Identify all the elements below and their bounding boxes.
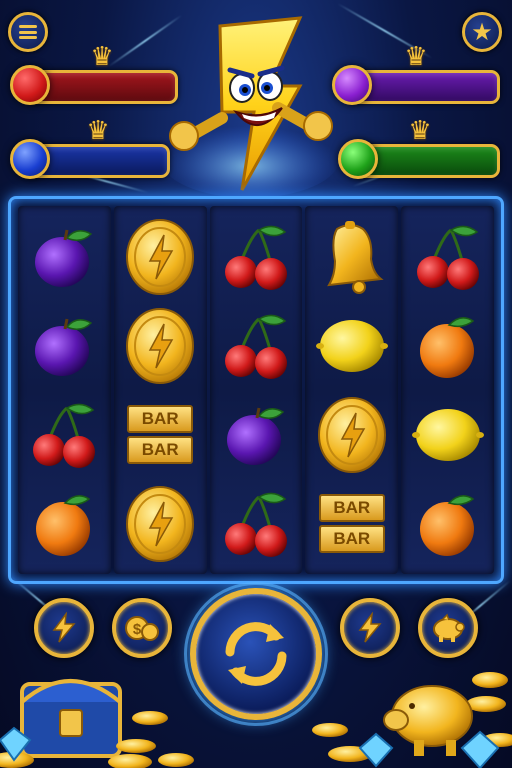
reel-1 [18, 206, 111, 574]
player-bar-green[interactable]: ♛ [338, 118, 500, 180]
crown-icon: ♛ [90, 42, 114, 72]
menu-icon [19, 25, 37, 39]
gold-piggy-bank-icon [383, 685, 473, 756]
reel-4: BAR BAR [305, 206, 399, 574]
reel-5 [401, 206, 494, 574]
svg-text:$: $ [133, 621, 142, 638]
plum-icon [216, 394, 296, 476]
plum-icon [24, 305, 104, 387]
bar-symbol: BAR BAR [318, 494, 385, 553]
reel-2: BAR BAR [113, 206, 207, 574]
bar-icon: BAR BAR [120, 394, 200, 476]
spin-button[interactable] [184, 582, 328, 726]
coin-icon [120, 305, 200, 387]
boost-button-left[interactable] [34, 598, 94, 658]
lemon-icon [312, 305, 392, 387]
boost-button-right[interactable] [340, 598, 400, 658]
bell-icon [312, 216, 392, 298]
coin-stack-icon: $ [125, 616, 159, 641]
player-bar-purple[interactable]: ♛ [332, 44, 500, 106]
bar-label: BAR [318, 494, 385, 522]
bar-symbol: BAR BAR [127, 405, 194, 464]
star-icon: ★ [471, 18, 493, 46]
gem-icon [0, 726, 500, 768]
lightning-mascot [160, 16, 340, 198]
spin-arrows-icon [225, 622, 287, 686]
coin-icon [312, 394, 392, 476]
lightning-icon [358, 612, 382, 643]
lemon-icon [408, 394, 488, 476]
crown-icon: ♛ [404, 42, 428, 72]
orange-icon [408, 483, 488, 565]
favorites-button[interactable]: ★ [462, 12, 502, 52]
orange-icon [24, 483, 104, 565]
reel-grid: BAR BAR BAR BAR [18, 206, 494, 574]
bar-icon: BAR BAR [312, 483, 392, 565]
player-orb-red [10, 65, 50, 105]
coins-button[interactable]: $ [112, 598, 172, 658]
cherry-icon [216, 305, 296, 387]
cherry-icon [216, 216, 296, 298]
bar-label: BAR [127, 436, 194, 464]
player-bar-blue[interactable]: ♛ [10, 118, 170, 180]
reel-3 [209, 206, 303, 574]
lightning-icon [52, 612, 76, 643]
bar-label: BAR [318, 525, 385, 553]
piggy-bank-icon [433, 613, 465, 642]
coin-icon [120, 483, 200, 565]
piggy-bank-button[interactable] [418, 598, 478, 658]
treasure-chest-icon [20, 679, 122, 758]
player-orb-blue [10, 139, 50, 179]
plum-icon [24, 216, 104, 298]
crown-icon: ♛ [86, 116, 110, 146]
bar-label: BAR [127, 405, 194, 433]
menu-button[interactable] [8, 12, 48, 52]
cherry-icon [408, 216, 488, 298]
orange-icon [408, 305, 488, 387]
cherry-icon [216, 483, 296, 565]
coin-icon [120, 216, 200, 298]
cherry-icon [24, 394, 104, 476]
crown-icon: ♛ [408, 116, 432, 146]
